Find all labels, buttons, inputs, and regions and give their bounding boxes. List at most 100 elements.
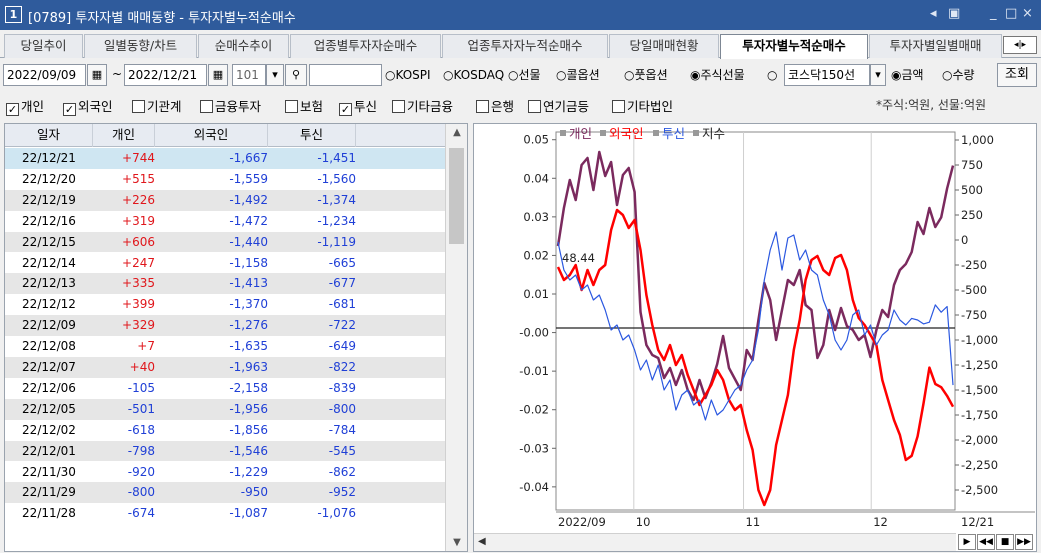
horizontal-scrollbar[interactable]: ◀ bbox=[474, 533, 956, 551]
minimize-button[interactable]: _ bbox=[990, 6, 997, 21]
tab-net-buy-trend[interactable]: 순매수추이 bbox=[198, 34, 289, 58]
rewind-icon[interactable]: ◀◀ bbox=[977, 534, 995, 550]
table-row[interactable]: 22/12/06 -105 -2,158 -839 bbox=[5, 378, 445, 399]
checked-icon: ✓ bbox=[63, 103, 76, 116]
tab-investor-cumulative[interactable]: 투자자별누적순매수 bbox=[720, 34, 868, 59]
unit-note: *주식:억원, 선물:억원 bbox=[876, 98, 987, 112]
search-icon[interactable]: ⚲ bbox=[285, 64, 307, 86]
tab-scroll-arrows[interactable]: ◂|▸ bbox=[1003, 36, 1037, 54]
vertical-scrollbar[interactable]: ▲ ▼ bbox=[445, 124, 467, 551]
right-tick-label: -250 bbox=[961, 258, 987, 272]
radio-amount[interactable]: ◉금액 bbox=[891, 64, 924, 86]
cell-individual: +515 bbox=[122, 171, 155, 186]
filter-row: 2022/09/09 ▦ ~ 2022/12/21 ▦ 101 ▾ ⚲ ○KOS… bbox=[0, 61, 1041, 89]
table-row[interactable]: 22/12/01 -798 -1,546 -545 bbox=[5, 440, 445, 462]
dropdown-icon[interactable]: ▾ bbox=[266, 64, 284, 86]
checkbox-foreign[interactable]: ✓ 외국인 bbox=[63, 96, 113, 116]
query-button[interactable]: 조회 bbox=[997, 63, 1037, 87]
cell-foreign: -1,413 bbox=[229, 276, 268, 291]
tab-investor-daily[interactable]: 투자자별일별매매 bbox=[869, 34, 1002, 58]
table-row[interactable]: 22/12/15 +606 -1,440 -1,119 bbox=[5, 231, 445, 253]
scroll-thumb[interactable] bbox=[449, 148, 464, 244]
cell-individual: +399 bbox=[122, 297, 155, 312]
checkbox-bank[interactable]: 은행 bbox=[476, 96, 514, 115]
header-foreign[interactable]: 외국인 bbox=[155, 124, 268, 147]
table-row[interactable]: 22/12/09 +329 -1,276 -722 bbox=[5, 315, 445, 337]
radio-call-option[interactable]: ○콜옵션 bbox=[556, 64, 600, 86]
code-name-field[interactable] bbox=[309, 64, 382, 86]
table-row[interactable]: 22/12/14 +247 -1,158 -665 bbox=[5, 253, 445, 274]
table-row[interactable]: 22/12/20 +515 -1,559 -1,560 bbox=[5, 169, 445, 190]
table-row[interactable]: 22/11/30 -920 -1,229 -862 bbox=[5, 462, 445, 483]
x-tick-label: 11 bbox=[746, 515, 761, 529]
radio-futures[interactable]: ○선물 bbox=[508, 64, 541, 86]
radio-kospi[interactable]: ○KOSPI bbox=[385, 64, 431, 86]
radio-quantity[interactable]: ○수량 bbox=[942, 64, 975, 86]
cell-foreign: -1,635 bbox=[229, 339, 268, 354]
table-row[interactable]: 22/11/28 -674 -1,087 -1,076 bbox=[5, 503, 445, 524]
cell-trust: -800 bbox=[328, 401, 356, 416]
scroll-left-icon[interactable]: ◀ bbox=[478, 536, 486, 547]
header-empty bbox=[356, 124, 445, 147]
tab-sector-investor[interactable]: 업종별투자자순매수 bbox=[290, 34, 441, 58]
table-row[interactable]: 22/12/02 -618 -1,856 -784 bbox=[5, 420, 445, 441]
header-individual[interactable]: 개인 bbox=[93, 124, 155, 147]
radio-kosdaq150[interactable]: ○ bbox=[767, 64, 777, 86]
checkbox-institution[interactable]: 기관계 bbox=[132, 96, 182, 115]
calendar-icon[interactable]: ▦ bbox=[208, 64, 228, 86]
cell-date: 22/12/13 bbox=[22, 276, 76, 291]
window-number: 1 bbox=[5, 6, 22, 23]
radio-stock-futures[interactable]: ◉주식선물 bbox=[690, 64, 745, 86]
table-row[interactable]: 22/12/21 +744 -1,667 -1,451 bbox=[5, 148, 445, 169]
header-trust[interactable]: 투신 bbox=[268, 124, 356, 147]
table-row[interactable]: 22/12/07 +40 -1,963 -822 bbox=[5, 357, 445, 378]
calendar-icon[interactable]: ▦ bbox=[87, 64, 107, 86]
checkbox-other-financial[interactable]: 기타금융 bbox=[392, 96, 453, 115]
x-tick-label: 2022/09 bbox=[558, 515, 606, 529]
cell-foreign: -2,158 bbox=[229, 380, 268, 395]
legend-marker bbox=[560, 130, 566, 136]
play-icon[interactable]: ▶ bbox=[958, 534, 976, 550]
right-tick-label: 750 bbox=[961, 158, 983, 172]
radio-kosdaq[interactable]: ○KOSDAQ bbox=[443, 64, 504, 86]
code-input[interactable]: 101 bbox=[232, 64, 266, 86]
left-tick-label: 0.03 bbox=[523, 210, 549, 224]
cell-date: 22/12/06 bbox=[22, 380, 76, 395]
checkbox-pension[interactable]: 연기금등 bbox=[528, 96, 589, 115]
dropdown-icon[interactable]: ▾ bbox=[870, 64, 886, 86]
table-row[interactable]: 22/12/05 -501 -1,956 -800 bbox=[5, 398, 445, 420]
forward-icon[interactable]: ▶▶ bbox=[1015, 534, 1033, 550]
tab-intraday-trend[interactable]: 당일추이 bbox=[4, 34, 83, 58]
table-row[interactable]: 22/12/12 +399 -1,370 -681 bbox=[5, 294, 445, 315]
checkbox-investment-trust[interactable]: ✓ 투신 bbox=[339, 96, 377, 116]
table-row[interactable]: 22/12/08 +7 -1,635 -649 bbox=[5, 336, 445, 357]
close-button[interactable]: × bbox=[1022, 6, 1033, 21]
checkbox-other-corporation[interactable]: 기타법인 bbox=[612, 96, 673, 115]
window-back-icon[interactable]: ◂ bbox=[930, 6, 937, 21]
checkbox-financial-investment[interactable]: 금융투자 bbox=[200, 96, 261, 115]
radio-circle-icon: ○ bbox=[385, 68, 396, 82]
cell-foreign: -1,856 bbox=[229, 422, 268, 437]
radio-selected-icon: ◉ bbox=[690, 68, 701, 82]
scroll-up-icon[interactable]: ▲ bbox=[446, 127, 468, 138]
tab-daily-chart[interactable]: 일별동향/차트 bbox=[84, 34, 197, 58]
table-row[interactable]: 22/11/29 -800 -950 -952 bbox=[5, 482, 445, 504]
right-tick-label: -1,500 bbox=[961, 383, 998, 397]
stop-icon[interactable]: ■ bbox=[996, 534, 1014, 550]
table-row[interactable]: 22/12/16 +319 -1,472 -1,234 bbox=[5, 211, 445, 232]
cell-individual: +7 bbox=[137, 339, 155, 354]
header-date[interactable]: 일자 bbox=[5, 124, 93, 147]
scroll-down-icon[interactable]: ▼ bbox=[446, 537, 468, 548]
end-date-input[interactable]: 2022/12/21 bbox=[124, 64, 207, 86]
window-pin-icon[interactable]: ▣ bbox=[948, 6, 960, 21]
table-row[interactable]: 22/12/19 +226 -1,492 -1,374 bbox=[5, 189, 445, 211]
tab-today-trading[interactable]: 당일매매현황 bbox=[609, 34, 719, 58]
maximize-button[interactable]: □ bbox=[1005, 6, 1017, 21]
kosdaq150-select[interactable]: 코스닥150선 bbox=[784, 64, 870, 86]
radio-put-option[interactable]: ○풋옵션 bbox=[624, 64, 668, 86]
checkbox-individual[interactable]: ✓ 개인 bbox=[6, 96, 44, 116]
table-row[interactable]: 22/12/13 +335 -1,413 -677 bbox=[5, 273, 445, 295]
start-date-input[interactable]: 2022/09/09 bbox=[3, 64, 86, 86]
checkbox-insurance[interactable]: 보험 bbox=[285, 96, 323, 115]
tab-sector-cumulative[interactable]: 업종투자자누적순매수 bbox=[442, 34, 608, 58]
